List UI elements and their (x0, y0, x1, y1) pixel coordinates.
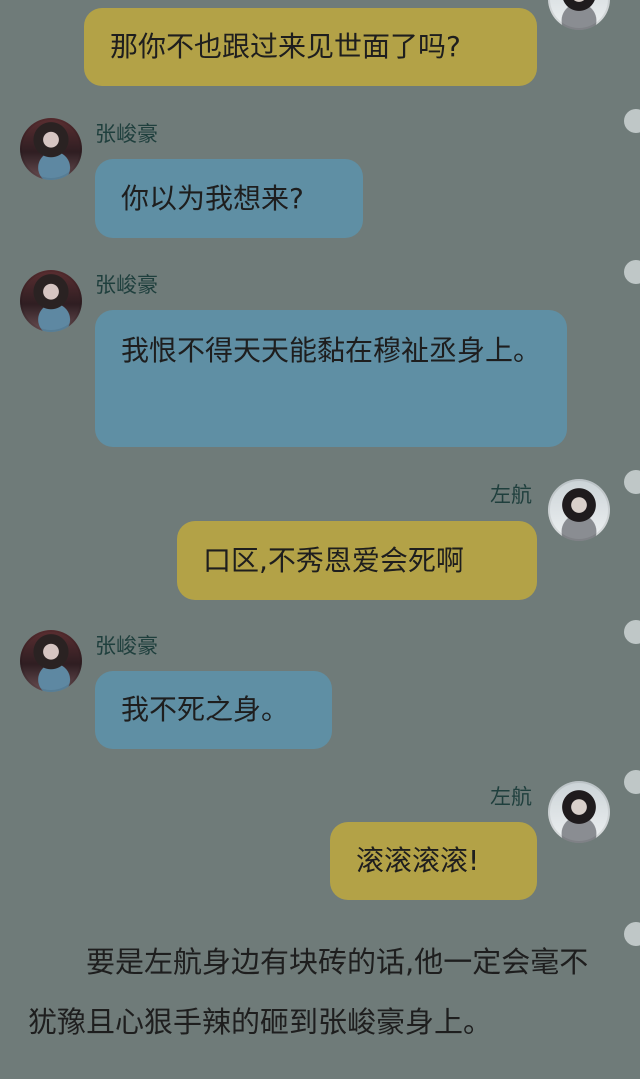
sender-name: 张峻豪 (95, 634, 158, 658)
message-bubble[interactable]: 我不死之身。 (95, 671, 332, 749)
avatar[interactable] (548, 0, 610, 30)
sender-name: 张峻豪 (95, 273, 158, 297)
scroll-marker (624, 620, 640, 644)
narration-paragraph: 要是左航身边有块砖的话,他一定会毫不犹豫且心狠手辣的砸到张峻豪身上。 (28, 945, 589, 1039)
avatar[interactable] (548, 781, 610, 843)
sender-name: 张峻豪 (95, 122, 158, 146)
avatar[interactable] (20, 118, 82, 180)
message-bubble[interactable]: 我恨不得天天能黏在穆祉丞身上。 (95, 310, 567, 447)
scroll-marker (624, 470, 640, 494)
sender-name: 左航 (490, 785, 532, 809)
avatar[interactable] (548, 479, 610, 541)
chat-area[interactable]: 那你不也跟过来见世面了吗? 张峻豪 你以为我想来? 张峻豪 我恨不得天天能黏在穆… (0, 0, 640, 1079)
scroll-marker (624, 109, 640, 133)
scroll-marker (624, 260, 640, 284)
message-bubble[interactable]: 滚滚滚滚! (330, 822, 537, 900)
sender-name: 左航 (490, 483, 532, 507)
message-bubble[interactable]: 你以为我想来? (95, 159, 363, 238)
avatar[interactable] (20, 270, 82, 332)
narration-text: 要是左航身边有块砖的话,他一定会毫不犹豫且心狠手辣的砸到张峻豪身上。 (28, 932, 612, 1052)
message-bubble[interactable]: 口区,不秀恩爱会死啊 (177, 521, 537, 600)
scroll-marker (624, 922, 640, 946)
message-bubble[interactable]: 那你不也跟过来见世面了吗? (84, 8, 537, 86)
avatar[interactable] (20, 630, 82, 692)
scroll-marker (624, 770, 640, 794)
